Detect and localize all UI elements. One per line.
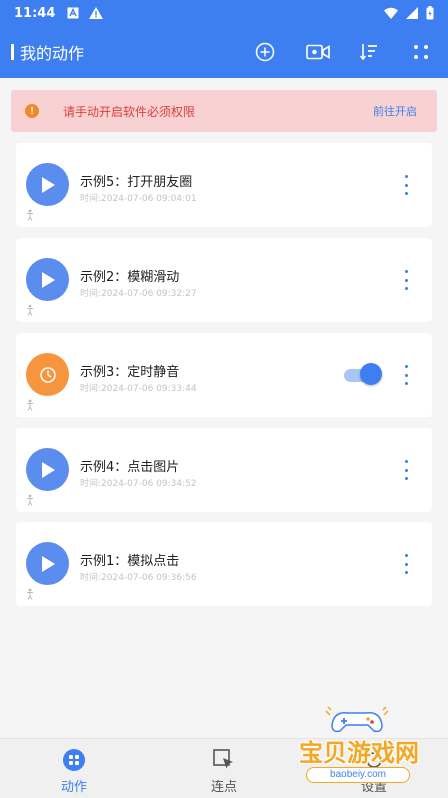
action-time: 时间:2024-07-06 09:32:27 <box>80 289 197 299</box>
signal-icon <box>406 7 418 19</box>
battery-icon <box>426 6 434 20</box>
warning-text: 请手动开启软件必须权限 <box>63 104 196 119</box>
sort-icon <box>359 44 377 61</box>
permission-warning-banner: ! 请手动开启软件必须权限 前往开启 <box>11 90 437 132</box>
action-name: 示例4：点击图片 <box>80 460 180 475</box>
action-card[interactable]: 示例2：模糊滑动 时间:2024-07-06 09:32:27 <box>16 238 432 322</box>
watermark-text: 宝贝游戏网 <box>299 739 419 767</box>
cursor-icon <box>213 749 233 769</box>
enable-toggle[interactable] <box>344 363 382 387</box>
app-bar: 我的动作 <box>0 26 448 78</box>
action-name: 示例3：定时静音 <box>80 365 180 380</box>
action-card[interactable]: 示例4：点击图片 时间:2024-07-06 09:34:52 <box>16 428 432 512</box>
person-icon <box>27 304 33 316</box>
add-circle-icon <box>255 42 275 62</box>
play-icon <box>41 271 55 288</box>
record-video-icon <box>306 44 330 60</box>
person-icon <box>27 209 33 221</box>
exclamation-icon: ! <box>25 104 39 118</box>
action-name: 示例2：模糊滑动 <box>80 270 180 285</box>
toggle-knob <box>360 363 382 385</box>
play-icon <box>41 461 55 478</box>
action-name: 示例1：模拟点击 <box>80 554 180 569</box>
play-button[interactable] <box>26 258 69 301</box>
action-time: 时间:2024-07-06 09:36:56 <box>80 573 197 583</box>
play-button[interactable] <box>26 163 69 206</box>
grid-icon <box>414 45 428 59</box>
clock-icon <box>39 366 56 383</box>
warning-icon <box>89 7 104 19</box>
status-time: 11:44 <box>14 5 56 21</box>
play-icon <box>41 555 55 572</box>
gamepad-logo-icon <box>325 706 389 733</box>
title-accent-bar <box>11 44 14 60</box>
more-options-button[interactable] <box>402 460 410 480</box>
wifi-icon <box>384 7 398 19</box>
add-action-button[interactable] <box>253 40 277 64</box>
more-options-button[interactable] <box>402 365 410 385</box>
action-card[interactable]: 示例5：打开朋友圈 时间:2024-07-06 09:04:01 <box>16 143 432 227</box>
status-bar: 11:44 <box>0 0 448 26</box>
nav-label: 连点 <box>210 780 237 795</box>
page-title: 我的动作 <box>20 44 85 63</box>
action-name: 示例5：打开朋友圈 <box>80 175 193 190</box>
play-button[interactable] <box>26 542 69 585</box>
action-card[interactable]: 示例1：模拟点击 时间:2024-07-06 09:36:56 <box>16 522 432 606</box>
play-icon <box>41 176 55 193</box>
go-enable-link[interactable]: 前往开启 <box>373 103 417 119</box>
record-button[interactable] <box>306 40 330 64</box>
person-icon <box>27 494 33 506</box>
a-box-icon <box>67 7 79 19</box>
timer-button[interactable] <box>26 353 69 396</box>
grid-circle-icon <box>63 749 85 771</box>
action-time: 时间:2024-07-06 09:34:52 <box>80 479 197 489</box>
sort-button[interactable] <box>357 40 381 64</box>
person-icon <box>27 588 33 600</box>
more-options-button[interactable] <box>402 554 410 574</box>
person-icon <box>27 399 33 411</box>
more-options-button[interactable] <box>402 175 410 195</box>
nav-item-actions[interactable]: 动作 <box>24 739 124 798</box>
nav-label: 动作 <box>60 780 87 795</box>
grid-menu-button[interactable] <box>409 40 433 64</box>
action-time: 时间:2024-07-06 09:04:01 <box>80 194 197 204</box>
play-button[interactable] <box>26 448 69 491</box>
action-time: 时间:2024-07-06 09:33:44 <box>80 384 197 394</box>
site-watermark: 宝贝游戏网 baobeiy.com <box>270 705 448 798</box>
nav-item-clicker[interactable]: 连点 <box>174 739 274 798</box>
watermark-url: baobeiy.com <box>306 767 410 783</box>
action-card[interactable]: 示例3：定时静音 时间:2024-07-06 09:33:44 <box>16 333 432 417</box>
more-options-button[interactable] <box>402 270 410 290</box>
